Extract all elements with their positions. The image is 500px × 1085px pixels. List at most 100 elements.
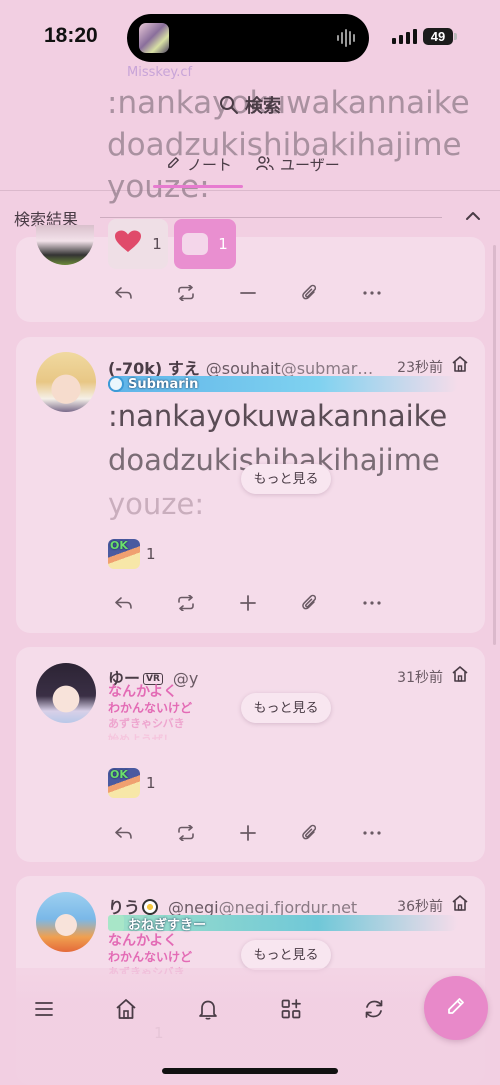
custom-emoji-icon xyxy=(182,233,209,255)
header-divider xyxy=(0,190,500,191)
audio-waveform-icon xyxy=(337,29,355,47)
emoji-text: OK xyxy=(110,768,128,781)
renote-icon[interactable] xyxy=(170,821,202,845)
reaction-count: 1 xyxy=(146,774,156,792)
avatar[interactable] xyxy=(36,225,94,265)
page-title: 検索 xyxy=(0,92,500,120)
note-card[interactable]: (-70k) すえ @souhait@submar… 23秒前 Submarin … xyxy=(16,337,485,633)
chevron-up-icon[interactable] xyxy=(464,207,482,229)
reply-icon[interactable] xyxy=(108,591,140,615)
bell-icon xyxy=(197,998,219,1024)
divider xyxy=(100,217,442,218)
page-title-text: 検索 xyxy=(245,96,281,117)
reply-icon[interactable] xyxy=(108,821,140,845)
note-text-line: :nankayokuwakannaike xyxy=(108,399,448,433)
ok-emoji-icon: OK xyxy=(108,539,140,569)
renote-icon[interactable] xyxy=(170,591,202,615)
now-playing-artwork xyxy=(139,23,169,53)
pencil-icon xyxy=(166,155,181,174)
widgets-button[interactable] xyxy=(271,996,311,1026)
note-text: なんかよく わかんないけど あずきゃシバき 始めようぜ！ xyxy=(108,684,192,740)
avatar[interactable] xyxy=(36,352,96,412)
show-more-button[interactable]: もっと見る xyxy=(241,464,331,494)
avatar[interactable] xyxy=(36,892,96,952)
instance-icon xyxy=(108,915,124,931)
more-icon[interactable] xyxy=(356,281,388,305)
avatar[interactable] xyxy=(36,663,96,723)
plus-icon[interactable] xyxy=(232,821,264,845)
home-indicator[interactable] xyxy=(162,1068,338,1074)
plus-icon[interactable] xyxy=(232,591,264,615)
clip-icon[interactable] xyxy=(294,821,326,845)
tab-users[interactable]: ユーザー xyxy=(256,154,340,175)
battery-level: 49 xyxy=(430,29,446,44)
note-text-line: 始めようぜ！ xyxy=(108,733,174,740)
reload-button[interactable] xyxy=(354,996,394,1026)
home-button[interactable] xyxy=(106,996,146,1026)
home-visibility-icon xyxy=(451,665,469,687)
reaction-chip[interactable]: OK 1 xyxy=(108,768,156,798)
refresh-icon xyxy=(363,998,385,1024)
home-icon xyxy=(115,998,137,1024)
note-card[interactable]: ゆー VR @y 31秒前 なんかよく わかんないけど あずきゃシバき 始めようぜ！… xyxy=(16,647,485,862)
dynamic-island[interactable] xyxy=(127,14,369,62)
home-visibility-icon xyxy=(451,894,469,916)
reaction-count: 1 xyxy=(152,235,162,253)
reaction-custom[interactable]: 1 xyxy=(174,219,236,269)
note-text-line: なんかよく xyxy=(108,684,178,700)
reaction-count: 1 xyxy=(218,235,228,253)
battery-icon: 49 xyxy=(423,28,457,45)
note-text-line: わかんないけど xyxy=(108,950,193,964)
status-bar: 18:20 49 xyxy=(0,0,500,72)
note-card[interactable]: 1 1 xyxy=(16,219,485,322)
note-actions xyxy=(108,591,388,615)
scrollbar[interactable] xyxy=(493,245,496,645)
tab-label: ユーザー xyxy=(280,156,340,174)
widgets-icon xyxy=(280,998,302,1024)
instance-icon xyxy=(108,376,124,392)
reaction-count: 1 xyxy=(146,545,156,563)
clip-icon[interactable] xyxy=(294,591,326,615)
instance-ticker: おねぎすきー xyxy=(108,915,458,933)
ok-emoji-icon: OK xyxy=(108,768,140,798)
reaction-chip[interactable]: OK 1 xyxy=(108,539,156,569)
cellular-signal-icon xyxy=(392,29,417,44)
tab-bar: ノート ユーザー xyxy=(0,150,500,190)
note-text-line: なんかよく xyxy=(108,933,178,949)
instance-ticker: Submarin xyxy=(108,376,458,392)
tab-notes[interactable]: ノート xyxy=(166,154,232,175)
note-timestamp[interactable]: 36秒前 xyxy=(397,896,443,916)
active-tab-indicator xyxy=(153,185,243,188)
clock: 18:20 xyxy=(44,24,98,47)
home-visibility-icon xyxy=(451,355,469,377)
menu-icon xyxy=(34,1001,54,1021)
users-icon xyxy=(256,155,274,175)
more-icon[interactable] xyxy=(356,591,388,615)
compose-button[interactable] xyxy=(424,976,488,1040)
show-more-button[interactable]: もっと見る xyxy=(241,693,331,723)
more-icon[interactable] xyxy=(356,821,388,845)
note-actions xyxy=(108,281,388,305)
clip-icon[interactable] xyxy=(294,281,326,305)
tab-label: ノート xyxy=(187,156,233,174)
note-actions xyxy=(108,821,388,845)
note-timestamp[interactable]: 23秒前 xyxy=(397,357,443,377)
heart-icon xyxy=(114,230,142,258)
emoji-text: OK xyxy=(110,539,128,552)
reply-icon[interactable] xyxy=(108,281,140,305)
instance-name: Submarin xyxy=(128,376,199,392)
note-text-line: あずきゃシバき xyxy=(108,717,185,730)
note-text-line: わかんないけど xyxy=(108,701,193,715)
note-timestamp[interactable]: 31秒前 xyxy=(397,667,443,687)
menu-button[interactable] xyxy=(24,996,64,1026)
ghost-banner: Misskey.cf xyxy=(127,65,193,80)
instance-name: おねぎすきー xyxy=(128,917,207,933)
compose-icon xyxy=(445,995,467,1021)
minus-icon[interactable] xyxy=(232,281,264,305)
notifications-button[interactable] xyxy=(188,996,228,1026)
search-icon xyxy=(219,95,239,120)
show-more-button[interactable]: もっと見る xyxy=(241,940,331,970)
reaction-heart[interactable]: 1 xyxy=(108,219,168,269)
renote-icon[interactable] xyxy=(170,281,202,305)
note-text: :nankayokuwakannaike doadzukishibakihaji… xyxy=(108,394,447,526)
